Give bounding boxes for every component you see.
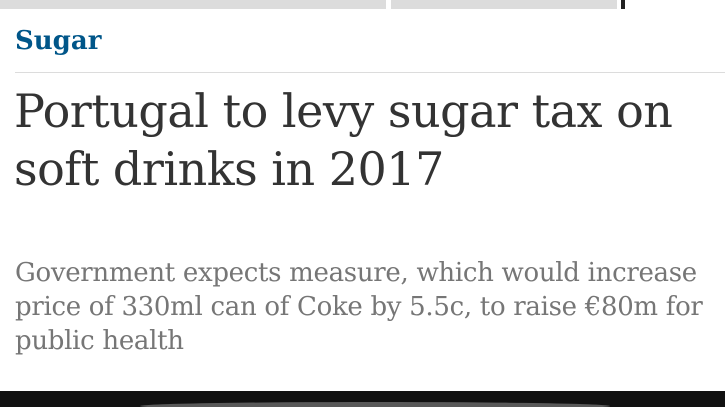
article-headline: Portugal to levy sugar tax on soft drink… [14, 84, 673, 196]
section-link[interactable]: Sugar [15, 24, 101, 58]
nav-segment[interactable] [621, 0, 725, 9]
image-highlight [140, 402, 610, 407]
divider [15, 72, 725, 73]
nav-segment[interactable] [391, 0, 617, 9]
top-navigation-strip [0, 0, 725, 9]
nav-segment[interactable] [0, 0, 386, 9]
hero-image [0, 391, 725, 407]
article-standfirst: Government expects measure, which would … [15, 258, 703, 356]
